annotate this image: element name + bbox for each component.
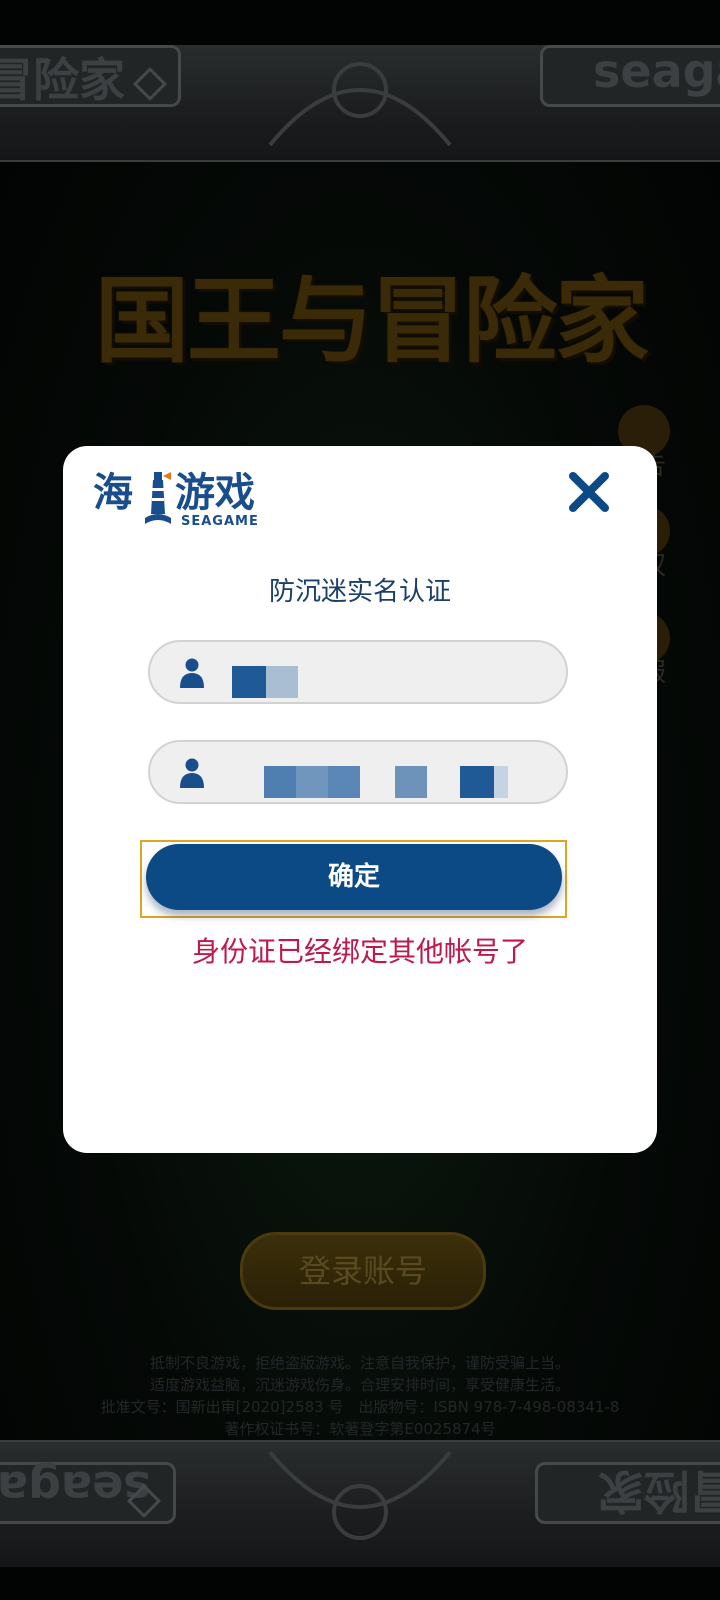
redacted-text xyxy=(296,766,328,798)
user-icon xyxy=(180,758,204,788)
game-title: 国王与冒险家 xyxy=(95,266,649,376)
logo-text-right: 游戏 xyxy=(175,470,255,516)
error-message: 身份证已经绑定其他帐号了 xyxy=(191,935,528,968)
id-number-field[interactable] xyxy=(148,740,568,804)
redacted-text xyxy=(494,766,508,798)
logo-text-en: SEAGAME xyxy=(181,514,259,529)
close-icon xyxy=(569,472,609,512)
legal-line: 著作权证书号：软著登字第E0025874号 xyxy=(224,1420,496,1438)
bottom-right-plate: 冒险家 xyxy=(535,1462,720,1524)
screen: 冒险家 seaga 国王与冒险家 告 权 服 登录账号 抵制不良游戏，拒绝盗版游… xyxy=(0,0,720,1600)
top-frame: 冒险家 seaga xyxy=(0,44,720,162)
bottom-frame: seaga 冒险家 xyxy=(0,1440,720,1567)
legal-line: 批准文号：国新出审[2020]2583 号 出版物号：ISBN 978-7-49… xyxy=(100,1398,620,1416)
login-account-button: 登录账号 xyxy=(240,1232,486,1310)
name-field[interactable] xyxy=(148,640,568,704)
legal-line: 抵制不良游戏，拒绝盗版游戏。注意自我保护，谨防受骗上当。 xyxy=(149,1354,570,1372)
seagame-logo: 海 游戏 SEAGAME xyxy=(93,466,273,530)
bottom-right-plate-text: 冒险家 xyxy=(598,1464,720,1518)
bottom-left-plate-text: seaga xyxy=(0,1461,151,1515)
redacted-text xyxy=(460,766,494,798)
lighthouse-icon xyxy=(145,472,171,524)
legal-notice: 抵制不良游戏，拒绝盗版游戏。注意自我保护，谨防受骗上当。 适度游戏益脑，沉迷游戏… xyxy=(0,1352,720,1440)
top-right-plate: seaga xyxy=(540,44,720,107)
redacted-text xyxy=(264,766,296,798)
redacted-text xyxy=(395,766,427,798)
ornament-icon xyxy=(268,1450,452,1540)
real-name-auth-dialog: 海 游戏 SEAGAME 防沉迷实名认证 确定 身份证已经绑定其他帐号了 xyxy=(63,446,657,1153)
confirm-button[interactable]: 确定 xyxy=(146,844,562,910)
close-button[interactable] xyxy=(567,470,611,514)
legal-line: 适度游戏益脑，沉迷游戏伤身。合理安排时间，享受健康生活。 xyxy=(149,1376,570,1394)
redacted-text xyxy=(328,766,360,798)
redacted-text xyxy=(266,666,298,698)
user-icon xyxy=(180,658,204,688)
top-left-plate-text: 冒险家 xyxy=(0,53,125,107)
dialog-title: 防沉迷实名认证 xyxy=(268,577,451,607)
ornament-icon xyxy=(268,62,452,147)
logo-text-left: 海 xyxy=(93,470,133,516)
confirm-button-focus: 确定 xyxy=(140,840,567,918)
redacted-text xyxy=(232,666,266,698)
top-right-plate-text: seaga xyxy=(593,44,720,98)
